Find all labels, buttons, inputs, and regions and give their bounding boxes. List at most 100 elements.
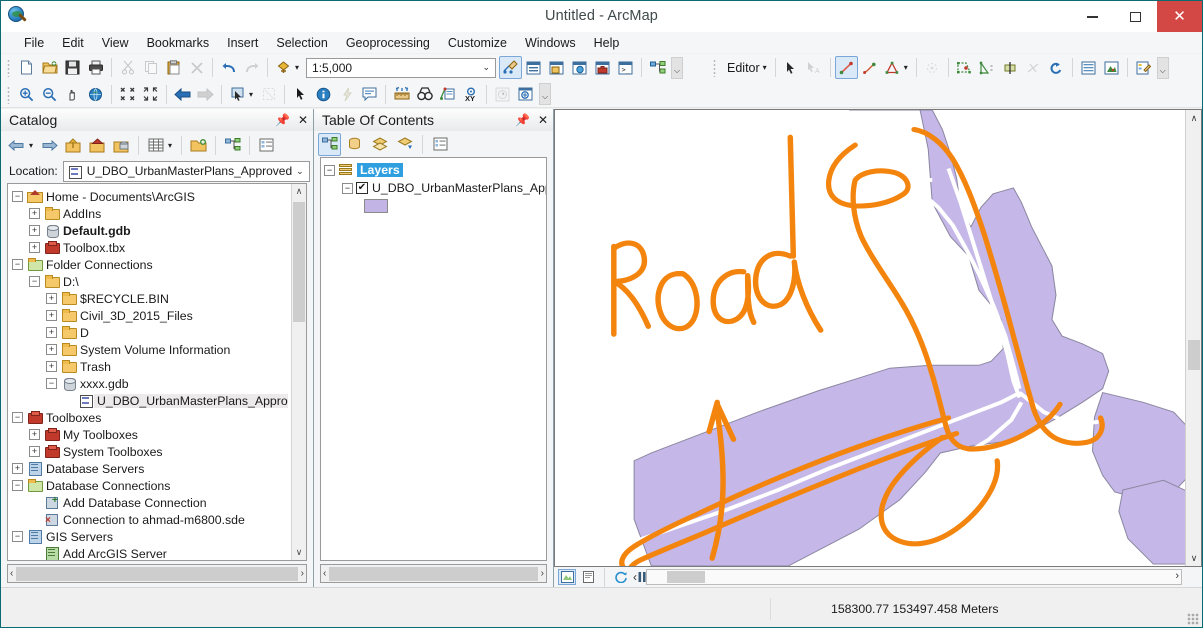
catalog-tree-item[interactable]: + Database Servers [12,460,306,477]
add-data-button[interactable] [272,56,295,79]
catalog-tree-item[interactable]: − Database Connections [12,477,306,494]
create-viewer-window-button[interactable] [514,83,537,106]
map-scroll-up-icon[interactable]: ∧ [1186,110,1201,126]
measure-button[interactable] [390,83,413,106]
time-slider-button[interactable] [491,83,514,106]
toc-horizontal-scrollbar[interactable]: ‹ › [320,564,547,583]
full-extent-button[interactable] [84,83,107,106]
undo-button[interactable] [217,56,240,79]
hyperlink-button[interactable] [335,83,358,106]
catalog-up-one-level-button[interactable] [62,134,85,157]
menu-file[interactable]: File [15,34,53,52]
scrollbar-thumb[interactable] [293,202,305,322]
scrollbar-thumb[interactable] [329,566,538,581]
toc-layer-row[interactable]: − ✔ U_DBO_UrbanMasterPlans_Appro [324,179,546,197]
expander-icon[interactable]: + [29,446,40,457]
generalize-button[interactable] [1022,56,1045,79]
menu-insert[interactable]: Insert [218,34,267,52]
expander-icon[interactable]: − [324,164,335,176]
expander-icon[interactable]: + [29,208,40,219]
table-of-contents-button[interactable] [522,56,545,79]
scroll-right-icon[interactable]: › [541,568,544,579]
print-button[interactable] [84,56,107,79]
catalog-default-geodatabase-button[interactable] [110,134,133,157]
pan-button[interactable] [61,83,84,106]
scroll-left-icon[interactable]: ‹ [323,568,326,579]
save-button[interactable] [61,56,84,79]
expander-icon[interactable]: − [12,412,23,423]
find-button[interactable] [413,83,436,106]
search-window-button[interactable] [568,56,591,79]
zoom-in-button[interactable] [15,83,38,106]
html-popup-button[interactable] [358,83,381,106]
expander-icon[interactable]: + [46,327,57,338]
menu-edit[interactable]: Edit [53,34,93,52]
model-builder-button[interactable] [646,56,669,79]
new-map-button[interactable] [15,56,38,79]
catalog-view-type-button[interactable] [144,134,167,157]
editor-menu-button[interactable]: Editor [721,61,763,75]
paste-button[interactable] [162,56,185,79]
menu-selection[interactable]: Selection [267,34,336,52]
straight-segment-button[interactable] [834,56,858,79]
go-to-xy-button[interactable]: XY [459,83,482,106]
data-view-button[interactable] [558,569,576,585]
map-scroll-left-button[interactable]: ‹ [626,569,644,585]
trace-button[interactable] [921,56,944,79]
arctoolbox-button[interactable] [591,56,614,79]
catalog-tree-item[interactable]: + AddIns [12,205,306,222]
catalog-view-type-dropdown-arrow[interactable]: ▾ [168,141,176,150]
open-button[interactable] [38,56,61,79]
resize-grip[interactable] [1187,613,1199,625]
toc-options-button[interactable] [429,133,452,156]
toc-tree[interactable]: − Layers − ✔ U_DBO_UrbanMasterPlans_Appr… [320,157,547,561]
create-features-button[interactable] [1100,56,1123,79]
map-scroll-down-icon[interactable]: ∨ [1186,550,1201,566]
catalog-connect-folder-button[interactable] [187,134,210,157]
close-button[interactable]: ✕ [1157,1,1202,32]
catalog-tree-item[interactable]: + System Toolboxes [12,443,306,460]
delete-button[interactable] [185,56,208,79]
map-scale-combo[interactable]: 1:5,000 ⌄ [306,57,497,78]
map-horizontal-scrollbar[interactable]: › [646,569,1182,585]
catalog-tree-item[interactable]: + Default.gdb [12,222,306,239]
expander-icon[interactable]: − [342,182,353,194]
map-scroll-right-icon[interactable]: › [1175,570,1179,582]
copy-button[interactable] [139,56,162,79]
list-by-drawing-order-button[interactable] [318,132,341,156]
list-by-source-button[interactable] [343,133,366,156]
go-back-button[interactable] [171,83,194,106]
catalog-tree-item[interactable]: U_DBO_UrbanMasterPlans_Appro [12,392,306,409]
list-by-selection-button[interactable] [393,133,416,156]
identify-button[interactable] [312,83,335,106]
catalog-tree-item[interactable]: + My Toolboxes [12,426,306,443]
expander-icon[interactable]: + [46,344,57,355]
scroll-left-icon[interactable]: ‹ [10,568,13,579]
catalog-auto-hide-pin-icon[interactable]: 📌 [275,114,290,126]
expander-icon[interactable]: + [46,293,57,304]
scroll-down-icon[interactable]: ∨ [296,545,303,560]
maximize-button[interactable] [1114,1,1157,32]
toc-root-layers[interactable]: − Layers [324,161,546,179]
redo-button[interactable] [240,56,263,79]
catalog-tree-item[interactable]: + Trash [12,358,306,375]
editor-dropdown-arrow[interactable]: ▾ [763,63,771,72]
cut-button[interactable] [116,56,139,79]
rotate-tool-button[interactable] [976,56,999,79]
catalog-tree-item[interactable]: Add ArcGIS Server [12,545,306,560]
list-by-visibility-button[interactable] [368,133,391,156]
editor-toolbar-grip[interactable] [711,58,719,77]
catalog-tree-item[interactable]: − D:\ [12,273,306,290]
zoom-out-button[interactable] [38,83,61,106]
layer-symbol-swatch[interactable] [364,199,388,213]
scroll-up-icon[interactable]: ∧ [296,184,303,199]
location-combo[interactable]: U_DBO_UrbanMasterPlans_Approved ⌄ [62,160,310,182]
map-canvas[interactable]: ∧ ∨ [554,109,1202,567]
catalog-tree-item[interactable]: Connection to ahmad-m6800.sde [12,511,306,528]
tools-toolbar-grip[interactable] [5,84,12,104]
catalog-vertical-scrollbar[interactable]: ∧ ∨ [291,184,306,560]
expander-icon[interactable]: − [12,259,23,270]
select-features-button[interactable] [226,83,249,106]
expander-icon[interactable]: − [29,276,40,287]
menu-windows[interactable]: Windows [516,34,585,52]
